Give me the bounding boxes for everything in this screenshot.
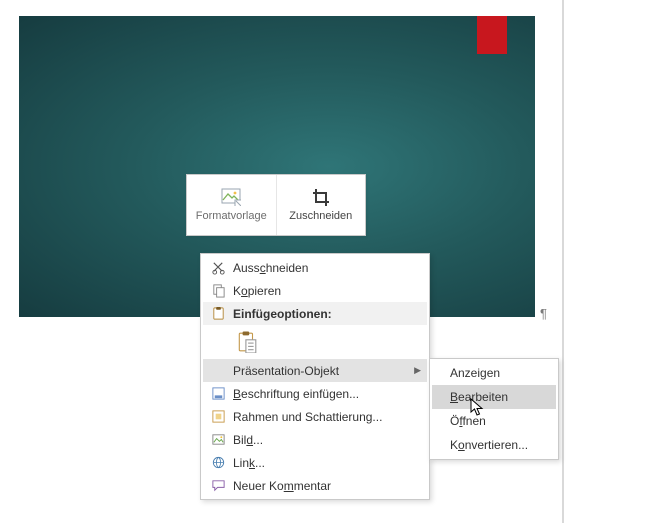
submenu-item-convert[interactable]: Konvertieren... — [432, 433, 556, 457]
page-divider — [562, 0, 564, 523]
menu-label: Kopieren — [229, 284, 421, 298]
menu-label: Neuer Kommentar — [229, 479, 421, 493]
caption-icon — [207, 386, 229, 401]
slide-red-ribbon — [477, 16, 507, 54]
menu-item-new-comment[interactable]: Neuer Kommentar — [203, 474, 427, 497]
menu-label: Öffnen — [446, 414, 550, 428]
paragraph-mark: ¶ — [540, 306, 547, 321]
menu-label: Link... — [229, 456, 421, 470]
menu-label: Beschriftung einfügen... — [229, 387, 421, 401]
menu-item-picture[interactable]: Bild... — [203, 428, 427, 451]
menu-item-borders-shading[interactable]: Rahmen und Schattierung... — [203, 405, 427, 428]
crop-button[interactable]: Zuschneiden — [276, 175, 366, 235]
submenu-item-show[interactable]: Anzeigen — [432, 361, 556, 385]
menu-item-copy[interactable]: Kopieren — [203, 279, 427, 302]
paste-icon — [207, 306, 229, 321]
link-icon — [207, 455, 229, 470]
borders-icon — [207, 409, 229, 424]
crop-icon — [311, 188, 331, 206]
chevron-right-icon: ▶ — [414, 365, 421, 376]
context-submenu: Anzeigen Bearbeiten Öffnen Konvertieren.… — [429, 358, 559, 460]
menu-header-paste-options: Einfügeoptionen: — [203, 302, 427, 325]
menu-label: Bild... — [229, 433, 421, 447]
menu-item-cut[interactable]: Ausschneiden — [203, 256, 427, 279]
menu-label: Rahmen und Schattierung... — [229, 410, 421, 424]
paste-option-default[interactable] — [233, 329, 260, 356]
format-template-label: Formatvorlage — [196, 210, 267, 222]
submenu-item-edit[interactable]: Bearbeiten — [432, 385, 556, 409]
mini-toolbar: Formatvorlage Zuschneiden — [186, 174, 366, 236]
menu-label: Konvertieren... — [446, 438, 550, 452]
paste-options-row — [203, 325, 427, 359]
submenu-item-open[interactable]: Öffnen — [432, 409, 556, 433]
format-template-button[interactable]: Formatvorlage — [187, 175, 276, 235]
copy-icon — [207, 283, 229, 298]
context-menu: Ausschneiden Kopieren Einfügeoptionen: P… — [200, 253, 430, 500]
menu-label: Präsentation-Objekt — [229, 364, 414, 378]
scissors-icon — [207, 260, 229, 275]
picture-icon — [207, 432, 229, 447]
menu-item-insert-caption[interactable]: Beschriftung einfügen... — [203, 382, 427, 405]
comment-icon — [207, 478, 229, 493]
picture-style-icon — [221, 188, 241, 206]
menu-label: Anzeigen — [446, 366, 550, 380]
menu-label: Ausschneiden — [229, 261, 421, 275]
crop-label: Zuschneiden — [289, 210, 352, 222]
menu-item-link[interactable]: Link... — [203, 451, 427, 474]
menu-label: Einfügeoptionen: — [229, 307, 421, 321]
clipboard-icon — [237, 331, 257, 353]
menu-item-presentation-object[interactable]: Präsentation-Objekt ▶ — [203, 359, 427, 382]
menu-label: Bearbeiten — [446, 390, 550, 404]
